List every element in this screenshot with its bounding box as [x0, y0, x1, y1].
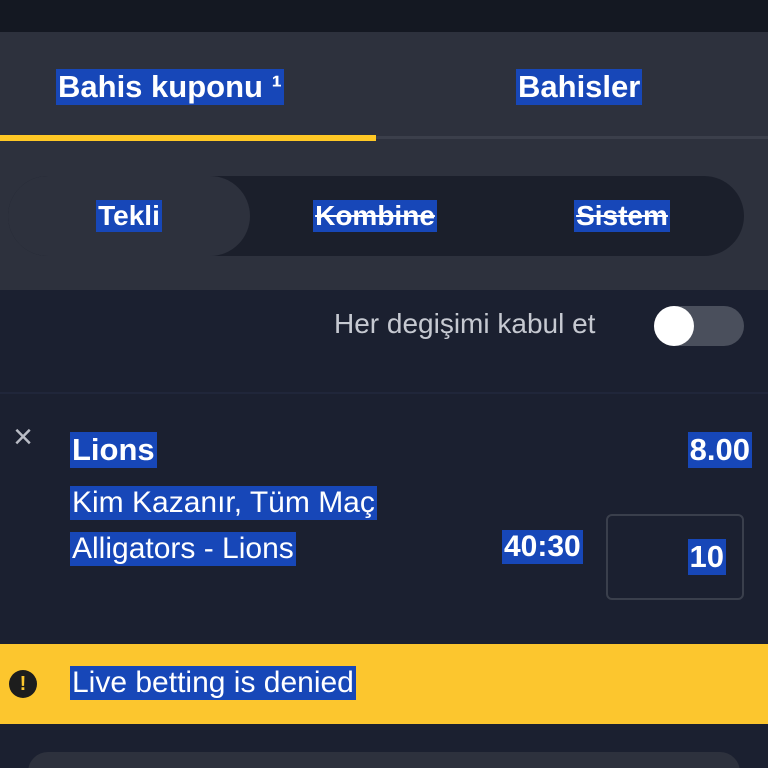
stake-input[interactable]: 10 [606, 514, 744, 600]
accept-changes-row: Her degişimi kabul et [0, 290, 768, 394]
stake-value: 10 [687, 539, 726, 575]
bottom-action-bar[interactable] [28, 752, 740, 768]
bet-mode-system-button[interactable]: Sistem [500, 176, 744, 256]
bet-selection-card: × Lions 8.00 Kim Kazanır, Tüm Maç Alliga… [0, 396, 768, 644]
live-betting-alert: ! Live betting is denied [0, 644, 768, 724]
toggle-knob [654, 306, 694, 346]
tab-bets-label: Bahisler [516, 69, 643, 105]
bet-selection-name: Lions [70, 432, 157, 468]
bet-match-name: Alligators - Lions [70, 532, 296, 566]
close-icon[interactable]: × [8, 420, 38, 454]
betslip-tabs: Bahis kuponu ¹ Bahisler [0, 32, 768, 142]
accept-changes-label: Her degişimi kabul et [334, 308, 596, 339]
warning-icon: ! [9, 670, 37, 698]
bet-mode-selector: Tekli Kombine Sistem [8, 176, 744, 256]
tab-bets[interactable]: Bahisler [376, 32, 768, 142]
alert-message: Live betting is denied [70, 666, 356, 700]
bet-mode-area: Tekli Kombine Sistem [0, 142, 768, 290]
bet-odds: 8.00 [687, 432, 752, 468]
bet-market: Kim Kazanır, Tüm Maç [70, 486, 377, 520]
live-score: 40:30 [502, 530, 583, 564]
active-tab-indicator [0, 135, 376, 141]
bet-mode-single-button[interactable]: Tekli [8, 176, 250, 256]
tab-bet-slip-label: Bahis kuponu ¹ [56, 69, 284, 105]
bet-mode-combo-button[interactable]: Kombine [250, 176, 500, 256]
accept-changes-toggle[interactable] [654, 306, 744, 346]
top-bar [0, 0, 768, 32]
bet-mode-system-label: Sistem [574, 200, 670, 232]
bet-mode-single-label: Tekli [96, 200, 162, 232]
bet-mode-combo-label: Kombine [313, 200, 437, 232]
tab-bet-slip[interactable]: Bahis kuponu ¹ [0, 32, 376, 142]
tabs-divider [376, 136, 768, 139]
